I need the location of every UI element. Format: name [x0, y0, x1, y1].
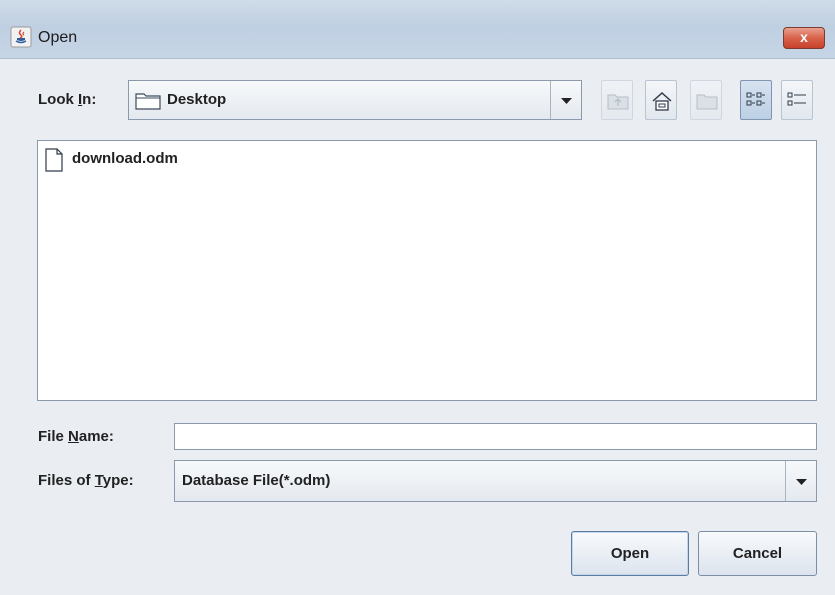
open-dialog: Open x Look In: Desktop download.odm Fil… — [0, 0, 835, 595]
open-button[interactable]: Open — [571, 531, 689, 576]
files-of-type-dropdown[interactable]: Database File(*.odm) — [174, 460, 817, 502]
up-one-level-button[interactable] — [601, 80, 633, 120]
new-folder-icon — [696, 94, 718, 110]
look-in-dropdown[interactable]: Desktop — [128, 80, 582, 120]
folder-icon — [135, 90, 161, 114]
details-view-button[interactable] — [781, 80, 813, 120]
document-icon — [44, 148, 64, 176]
look-in-label: Look In: — [38, 91, 97, 108]
file-list[interactable]: download.odm — [37, 140, 817, 401]
home-icon — [652, 91, 672, 111]
list-view-icon — [746, 92, 765, 106]
file-name-label: File Name: — [38, 428, 114, 445]
cancel-button[interactable]: Cancel — [698, 531, 817, 576]
chevron-down-icon[interactable] — [785, 461, 816, 501]
window-title: Open — [38, 29, 78, 46]
files-of-type-label: Files of Type: — [38, 472, 134, 489]
close-button[interactable]: x — [783, 27, 825, 49]
file-name-input[interactable] — [174, 423, 817, 450]
close-icon: x — [800, 29, 808, 45]
look-in-value: Desktop — [167, 91, 227, 108]
file-name-text: download.odm — [72, 150, 178, 167]
list-view-button[interactable] — [740, 80, 772, 120]
folder-up-icon — [607, 94, 629, 110]
home-button[interactable] — [645, 80, 677, 120]
chevron-down-icon[interactable] — [550, 81, 581, 119]
new-folder-button[interactable] — [690, 80, 722, 120]
title-bar: Open x — [0, 0, 835, 59]
details-view-icon — [787, 92, 806, 106]
java-app-icon — [10, 26, 32, 48]
files-of-type-value: Database File(*.odm) — [182, 472, 331, 489]
